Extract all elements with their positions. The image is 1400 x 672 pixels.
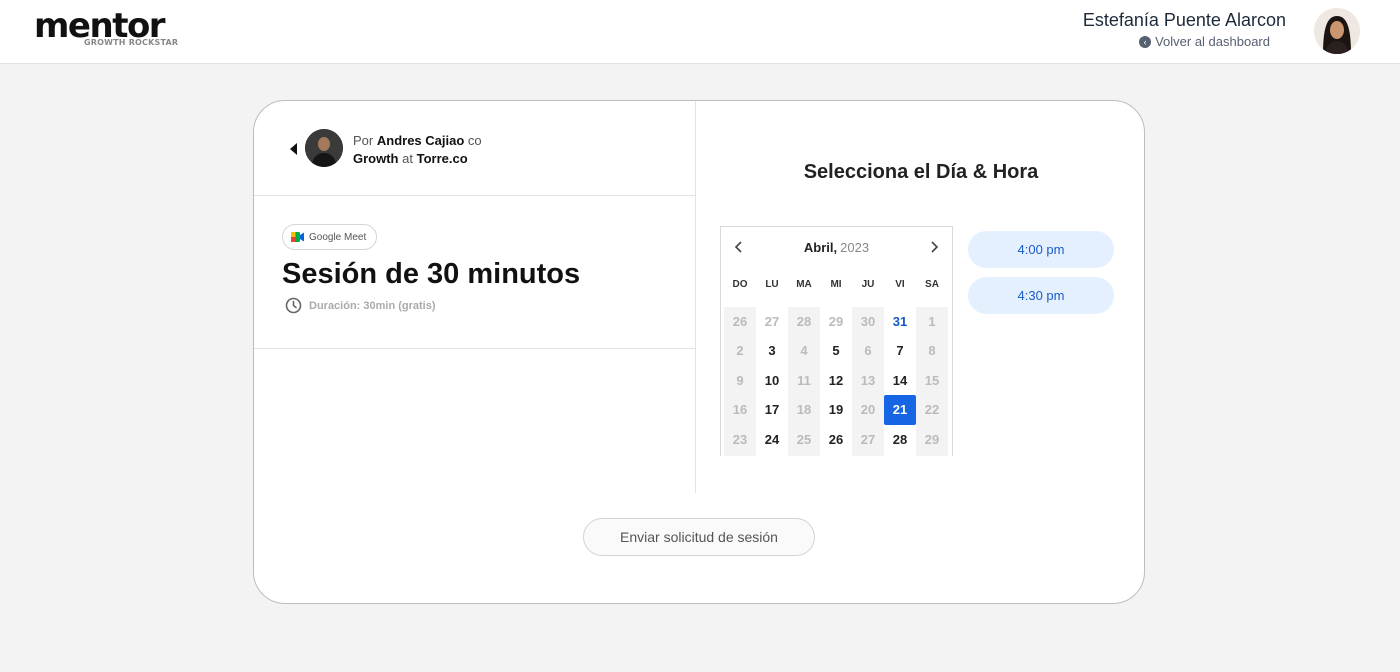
calendar-day[interactable]: 5 <box>820 336 852 366</box>
back-to-dashboard-link[interactable]: ‹ Volver al dashboard <box>1139 34 1270 49</box>
google-meet-badge: Google Meet <box>282 224 378 250</box>
google-meet-icon <box>291 232 304 242</box>
platform-label: Google Meet <box>309 231 367 243</box>
company-name: Torre.co <box>416 151 468 166</box>
calendar-day: 29 <box>828 313 844 329</box>
calendar-day[interactable]: 12 <box>820 366 852 396</box>
weekday-header: MI <box>830 279 842 290</box>
calendar-day[interactable]: 19 <box>820 395 852 425</box>
calendar-day: 16 <box>724 395 756 425</box>
logo-tagline: GROWTH ROCKSTAR <box>84 38 179 47</box>
calendar-day[interactable]: 7 <box>884 336 916 366</box>
calendar-day: 13 <box>852 365 884 395</box>
weekday-header: LU <box>765 279 779 290</box>
calendar-day: 6 <box>916 454 948 456</box>
chevron-right-icon[interactable] <box>926 239 942 255</box>
mentor-role: Growth at Torre.co <box>353 151 468 166</box>
role-suffix: co <box>467 133 482 148</box>
calendar-day: 4 <box>788 336 820 366</box>
calendar-day: 23 <box>724 424 756 454</box>
back-link-label: Volver al dashboard <box>1155 34 1270 49</box>
calendar-day: 3 <box>820 454 852 456</box>
divider <box>254 348 695 349</box>
mentor-name: Andres Cajiao <box>376 133 465 148</box>
time-slot[interactable]: 4:00 pm <box>968 231 1114 268</box>
calendar-grid: DO LU MA MI JU VI SA 26 27 28 29 30 31 1 2 3 4 5 6 7 8 9 10 11 1… <box>724 277 948 456</box>
month-label: Abril, <box>803 240 838 255</box>
calendar-day: 20 <box>852 395 884 425</box>
scheduler-title: Selecciona el Día & Hora <box>803 161 1039 183</box>
calendar-day: 30 <box>852 306 884 336</box>
divider <box>254 195 695 196</box>
calendar-day[interactable]: 31 <box>884 307 916 337</box>
calendar-header: Abril, 2023 <box>721 227 952 269</box>
time-slot[interactable]: 4:30 pm <box>968 277 1114 314</box>
by-prefix: Por <box>353 133 374 148</box>
arrow-left-circle-icon: ‹ <box>1139 35 1152 48</box>
vertical-divider <box>695 101 696 493</box>
mentor-avatar <box>305 129 343 167</box>
mentor-byline: Por Andres Cajiao co <box>353 133 482 148</box>
calendar-day[interactable]: 24 <box>756 425 788 455</box>
calendar-day: 27 <box>764 313 780 329</box>
calendar-day: 2 <box>724 336 756 366</box>
calendar-day: 4 <box>852 454 884 456</box>
calendar-day[interactable]: 3 <box>756 336 788 366</box>
calendar-day: 9 <box>724 365 756 395</box>
weekday-header: MA <box>796 279 812 290</box>
calendar-day[interactable]: 17 <box>756 395 788 425</box>
calendar-day: 8 <box>916 336 948 366</box>
clock-icon <box>285 297 302 314</box>
role: Growth <box>353 151 399 166</box>
user-avatar[interactable] <box>1314 8 1360 54</box>
send-session-request-button[interactable]: Enviar solicitud de sesión <box>583 518 815 556</box>
calendar-day: 5 <box>884 454 916 456</box>
calendar-month: Abril, 2023 <box>721 240 952 255</box>
calendar-day: 28 <box>788 306 820 336</box>
calendar-day: 26 <box>724 306 756 336</box>
weekday-header: DO <box>732 279 748 290</box>
top-bar: mentor GROWTH ROCKSTAR Estefanía Puente … <box>0 0 1400 64</box>
session-title: Sesión de 30 minutos <box>282 258 581 290</box>
calendar-day: 27 <box>852 424 884 454</box>
calendar-day: 6 <box>852 336 884 366</box>
year-label: 2023 <box>840 240 870 255</box>
booking-card: Por Andres Cajiao co Growth at Torre.co … <box>253 100 1145 604</box>
session-duration: Duración: 30min (gratis) <box>285 297 436 314</box>
calendar-day[interactable]: 10 <box>756 366 788 396</box>
back-arrow-icon[interactable] <box>290 143 297 155</box>
calendar-day: 25 <box>788 424 820 454</box>
calendar-day-selected[interactable]: 21 <box>884 395 916 425</box>
calendar-day: 15 <box>916 365 948 395</box>
calendar-day: 30 <box>724 454 756 456</box>
calendar-day: 18 <box>788 395 820 425</box>
calendar-day: 29 <box>916 424 948 454</box>
at-word: at <box>402 151 413 166</box>
calendar: Abril, 2023 DO LU MA MI JU VI SA 26 27 28 29 30 31 1 2 3… <box>720 226 953 456</box>
weekday-header: SA <box>925 279 939 290</box>
calendar-day: 2 <box>788 454 820 456</box>
calendar-day: 11 <box>788 365 820 395</box>
duration-label: Duración: 30min (gratis) <box>309 299 436 312</box>
mentor-logo[interactable]: mentor GROWTH ROCKSTAR <box>34 8 184 52</box>
weekday-header: VI <box>895 279 905 290</box>
calendar-day[interactable]: 28 <box>884 425 916 455</box>
weekday-header: JU <box>861 279 875 290</box>
calendar-day[interactable]: 26 <box>820 425 852 455</box>
calendar-day: 22 <box>916 395 948 425</box>
user-name: Estefanía Puente Alarcon <box>1082 10 1286 30</box>
calendar-day: 1 <box>756 454 788 456</box>
calendar-day[interactable]: 14 <box>884 366 916 396</box>
calendar-day: 1 <box>916 306 948 336</box>
